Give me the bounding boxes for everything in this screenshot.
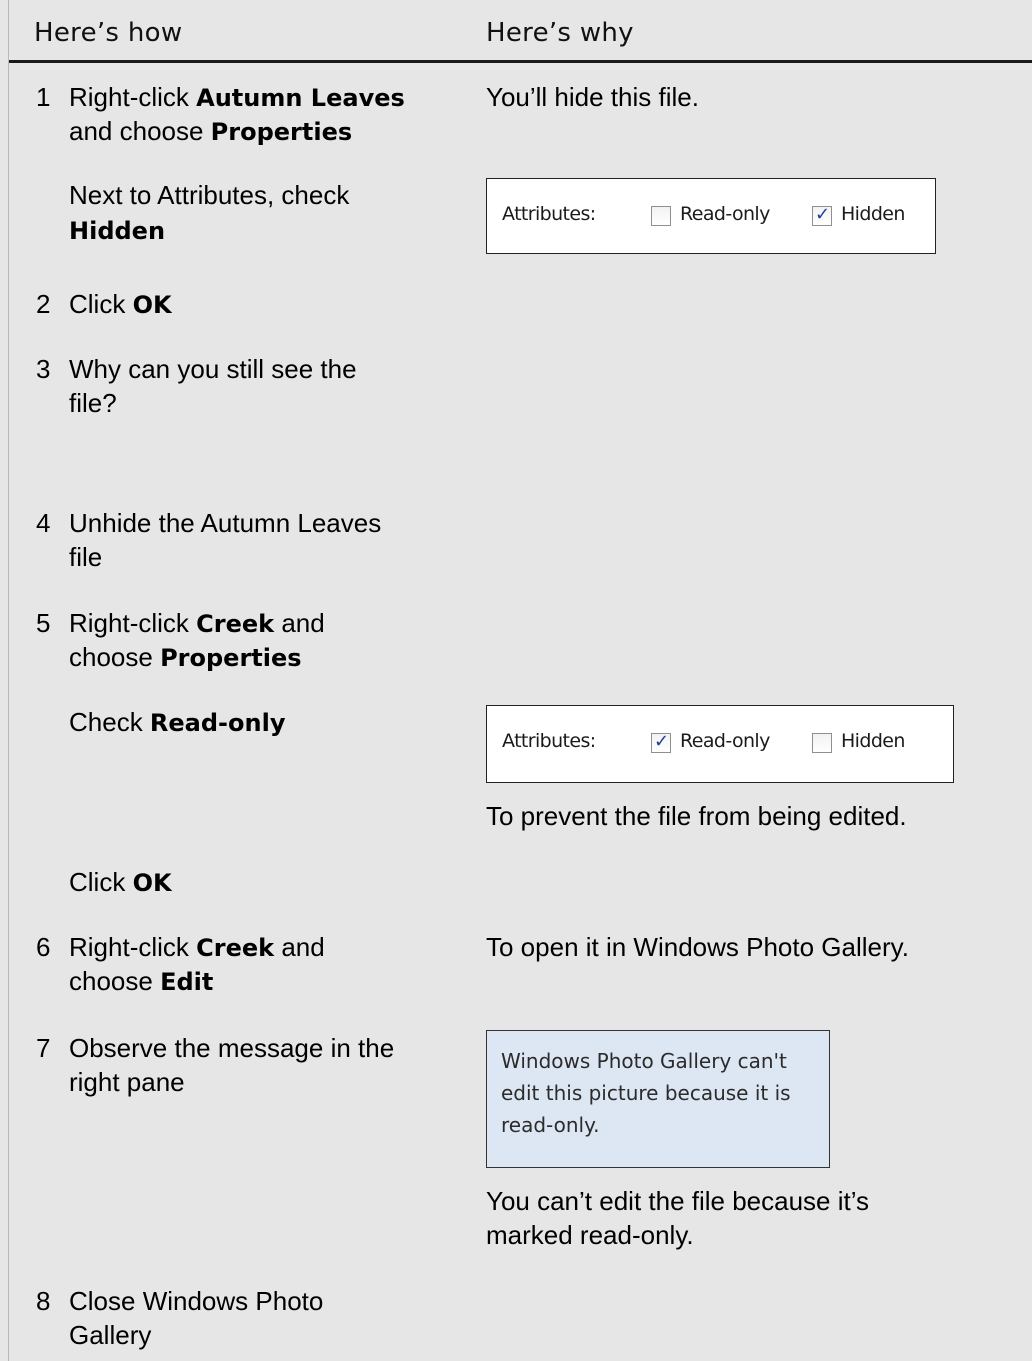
step-number: 5 (36, 608, 51, 638)
step-number: 6 (36, 932, 51, 962)
hidden-checkbox: ✓ (812, 204, 832, 226)
step-number: 4 (36, 508, 51, 538)
col-header-why: Here’s why (486, 18, 634, 48)
gallery-message-line-2: edit this picture because it is (501, 1081, 791, 1105)
step-2-line-1: Click OK (69, 289, 172, 319)
step-7-line-2: right pane (69, 1067, 185, 1097)
readonly-label: Read-only (680, 203, 770, 225)
step-3-line-2: file? (69, 388, 117, 418)
step-1-bold-2: Properties (210, 118, 353, 146)
step-1-why: You’ll hide this file. (486, 82, 699, 112)
checkmark-icon: ✓ (654, 731, 670, 752)
step-number: 1 (36, 82, 51, 112)
attributes-label: Attributes: (502, 203, 596, 225)
col-header-how: Here’s how (34, 18, 183, 48)
readonly-checkbox: ✓ (651, 731, 671, 753)
step-3-line-1: Why can you still see the (69, 354, 357, 384)
step-5b-why: To prevent the file from being edited. (486, 801, 907, 831)
step-7-line-1: Observe the message in the (69, 1033, 395, 1063)
readonly-checkbox (651, 206, 671, 226)
step-7-why-line-1: You can’t edit the file because it’s (486, 1186, 870, 1216)
step-1-line-1: Right-click Autumn Leaves (69, 82, 405, 112)
step-number: 7 (36, 1033, 51, 1063)
step-number: 2 (36, 289, 51, 319)
step-6-why: To open it in Windows Photo Gallery. (486, 932, 909, 962)
checkmark-icon: ✓ (815, 204, 831, 225)
left-border (8, 0, 9, 1361)
step-number: 8 (36, 1286, 51, 1316)
hidden-label: Hidden (841, 203, 905, 225)
step-4-line-2: file (69, 542, 103, 572)
step-8-line-1: Close Windows Photo (69, 1286, 324, 1316)
step-5c-line-1: Click OK (69, 867, 172, 897)
step-6-line-2: choose Edit (69, 966, 214, 996)
readonly-label: Read-only (680, 730, 770, 752)
step-1b-line-1: Next to Attributes, check (69, 180, 350, 210)
step-8-line-2: Gallery (69, 1320, 152, 1350)
attributes-label: Attributes: (502, 730, 596, 752)
step-5-line-2: choose Properties (69, 642, 302, 672)
hidden-label: Hidden (841, 730, 905, 752)
step-7-why-line-2: marked read-only. (486, 1220, 694, 1250)
step-1-line-2: and choose Properties (69, 116, 353, 146)
step-1b-line-2: Hidden (69, 217, 166, 245)
step-5-line-1: Right-click Creek and (69, 608, 325, 638)
table-header: Here’s how Here’s why (9, 0, 1032, 62)
gallery-message-screenshot: Windows Photo Gallery can't edit this pi… (486, 1030, 830, 1168)
gallery-message-line-1: Windows Photo Gallery can't (501, 1049, 787, 1073)
gallery-message-line-3: read-only. (501, 1113, 600, 1137)
step-5b-line-1: Check Read-only (69, 707, 286, 737)
attributes-screenshot-readonly: Attributes: ✓ Read-only Hidden (486, 705, 954, 783)
header-rule (9, 60, 1032, 63)
attributes-screenshot-hidden: Attributes: Read-only ✓ Hidden (486, 178, 936, 254)
hidden-checkbox (812, 733, 832, 753)
step-6-line-1: Right-click Creek and (69, 932, 325, 962)
step-4-line-1: Unhide the Autumn Leaves (69, 508, 382, 538)
step-number: 3 (36, 354, 51, 384)
step-1-bold-1: Autumn Leaves (196, 84, 405, 112)
